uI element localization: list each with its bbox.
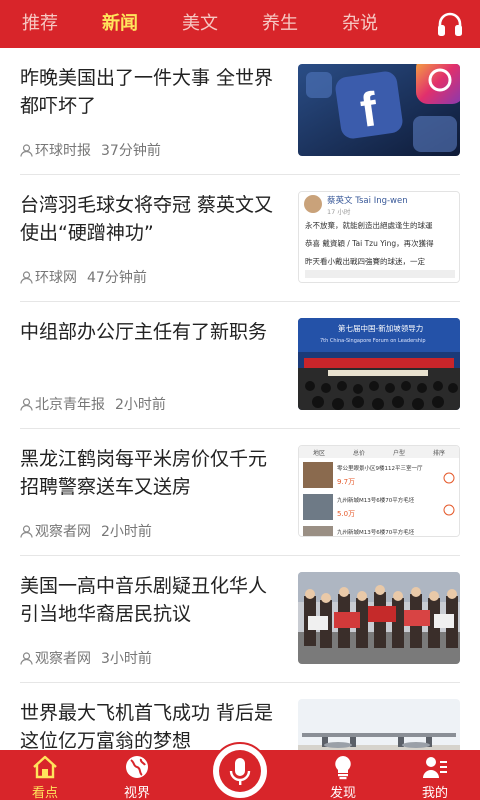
profile-icon — [423, 757, 447, 778]
post-line: 永不放棄，就能創造出絕處逢生的球運 — [305, 220, 433, 230]
top-tab-bar: 推荐 新闻 美文 养生 杂说 — [0, 0, 480, 48]
microphone-icon — [229, 758, 251, 785]
conference-subtitle: 7th China-Singapore Forum on Leadership — [320, 338, 426, 344]
tab-recommend[interactable]: 推荐 — [0, 0, 80, 48]
globe-icon — [126, 756, 148, 778]
news-meta: 环球时报 37分钟前 — [20, 140, 161, 160]
user-icon — [20, 270, 33, 284]
svg-text:总价: 总价 — [353, 449, 365, 457]
nav-shijie[interactable]: 视界 — [97, 750, 177, 800]
microphone-button[interactable] — [211, 742, 269, 800]
news-item[interactable]: 黑龙江鹤岗每平米房价仅千元 招聘警察送车又送房 观察者网 2小时前 地区 总价 … — [20, 429, 460, 556]
news-time: 2小时前 — [115, 397, 166, 413]
tab-essays[interactable]: 美文 — [160, 0, 240, 48]
nav-kandian[interactable]: 看点 — [5, 750, 85, 800]
news-meta: 观察者网 3小时前 — [20, 648, 152, 668]
news-meta: 北京青年报 2小时前 — [20, 394, 166, 414]
news-title[interactable]: 黑龙江鹤岗每平米房价仅千元 招聘警察送车又送房 — [20, 445, 282, 501]
nav-label: 我的 — [421, 786, 448, 800]
news-title[interactable]: 昨晚美国出了一件大事 全世界都吓坏了 — [20, 64, 282, 120]
news-time: 3小时前 — [101, 651, 152, 667]
news-thumbnail-housing-listing-screenshot[interactable]: 地区 总价 户型 排序 零公里眼景小区9楼112平三室一厅 9.7万 九州新城M… — [298, 445, 460, 537]
news-time: 2小时前 — [101, 524, 152, 540]
news-title[interactable]: 台湾羽毛球女将夺冠 蔡英文又使出“硬蹭神功” — [20, 191, 282, 247]
news-thumbnail-conference-hall[interactable]: 第七届中国-新加坡领导力 7th China-Singapore Forum o… — [298, 318, 460, 410]
news-source: 环球网 — [35, 270, 77, 286]
nav-wode[interactable]: 我的 — [395, 750, 475, 800]
news-title[interactable]: 美国一高中音乐剧疑丑化华人 引当地华裔居民抗议 — [20, 572, 282, 628]
svg-text:5.0万: 5.0万 — [337, 510, 355, 518]
user-icon — [20, 143, 33, 157]
news-item[interactable]: 世界最大飞机首飞成功 背后是这位亿万富翁的梦想 — [20, 683, 460, 750]
svg-text:户型: 户型 — [393, 449, 405, 457]
svg-text:九州新城M13号6楼70平方毛坯: 九州新城M13号6楼70平方毛坯 — [337, 496, 415, 504]
svg-text:零公里眼景小区9楼112平三室一厅: 零公里眼景小区9楼112平三室一厅 — [337, 464, 423, 472]
nav-label: 发现 — [329, 786, 356, 800]
nav-label: 看点 — [31, 786, 58, 800]
tab-news[interactable]: 新闻 — [80, 0, 160, 48]
post-time: 17 小时 — [327, 207, 351, 216]
lightbulb-icon — [335, 756, 351, 780]
tab-health[interactable]: 养生 — [240, 0, 320, 48]
news-item[interactable]: 中组部办公厅主任有了新职务 北京青年报 2小时前 第七届中国-新加坡领导力 7t… — [20, 302, 460, 429]
nav-faxian[interactable]: 发现 — [303, 750, 383, 800]
conference-banner: 第七届中国-新加坡领导力 — [338, 323, 423, 333]
news-source: 北京青年报 — [35, 397, 105, 413]
svg-text:地区: 地区 — [313, 449, 325, 457]
news-source: 环球时报 — [35, 143, 91, 159]
news-item[interactable]: 昨晚美国出了一件大事 全世界都吓坏了 环球时报 37分钟前 f — [20, 48, 460, 175]
news-item[interactable]: 台湾羽毛球女将夺冠 蔡英文又使出“硬蹭神功” 环球网 47分钟前 蔡英文 Tsa… — [20, 175, 460, 302]
news-source: 观察者网 — [35, 651, 91, 667]
news-title[interactable]: 中组部办公厅主任有了新职务 — [20, 318, 282, 346]
nav-label: 视界 — [123, 786, 150, 800]
news-thumbnail-social-post-screenshot[interactable]: 蔡英文 Tsai Ing-wen 17 小时 永不放棄，就能創造出絕處逢生的球運… — [298, 191, 460, 283]
post-author: 蔡英文 Tsai Ing-wen — [327, 195, 408, 206]
tab-misc[interactable]: 杂说 — [320, 0, 400, 48]
news-thumbnail-protest-crowd[interactable] — [298, 572, 460, 664]
news-source: 观察者网 — [35, 524, 91, 540]
svg-text:九州新城M13号6楼70平方毛坯: 九州新城M13号6楼70平方毛坯 — [337, 528, 415, 536]
post-line: 昨天看小戴出戰四強賽的球迷，一定 — [305, 256, 425, 266]
news-time: 37分钟前 — [101, 143, 161, 159]
headphone-icon[interactable] — [436, 11, 464, 37]
news-thumbnail-large-airplane[interactable] — [298, 699, 460, 750]
user-icon — [20, 524, 33, 538]
news-meta: 环球网 47分钟前 — [20, 267, 147, 287]
news-meta: 观察者网 2小时前 — [20, 521, 152, 541]
user-icon — [20, 397, 33, 411]
news-item[interactable]: 美国一高中音乐剧疑丑化华人 引当地华裔居民抗议 观察者网 3小时前 — [20, 556, 460, 683]
microphone-button-inner — [219, 750, 261, 792]
news-thumbnail-facebook-app-icons[interactable]: f — [298, 64, 460, 156]
news-time: 47分钟前 — [87, 270, 147, 286]
news-list: 昨晚美国出了一件大事 全世界都吓坏了 环球时报 37分钟前 f 台湾羽毛球女将夺… — [0, 48, 480, 750]
svg-text:9.7万: 9.7万 — [337, 478, 355, 486]
user-icon — [20, 651, 33, 665]
post-line: 恭喜 戴資穎 / Tai Tzu Ying，再次獲得 — [305, 238, 434, 248]
home-icon — [33, 755, 57, 779]
svg-text:排序: 排序 — [433, 449, 445, 457]
